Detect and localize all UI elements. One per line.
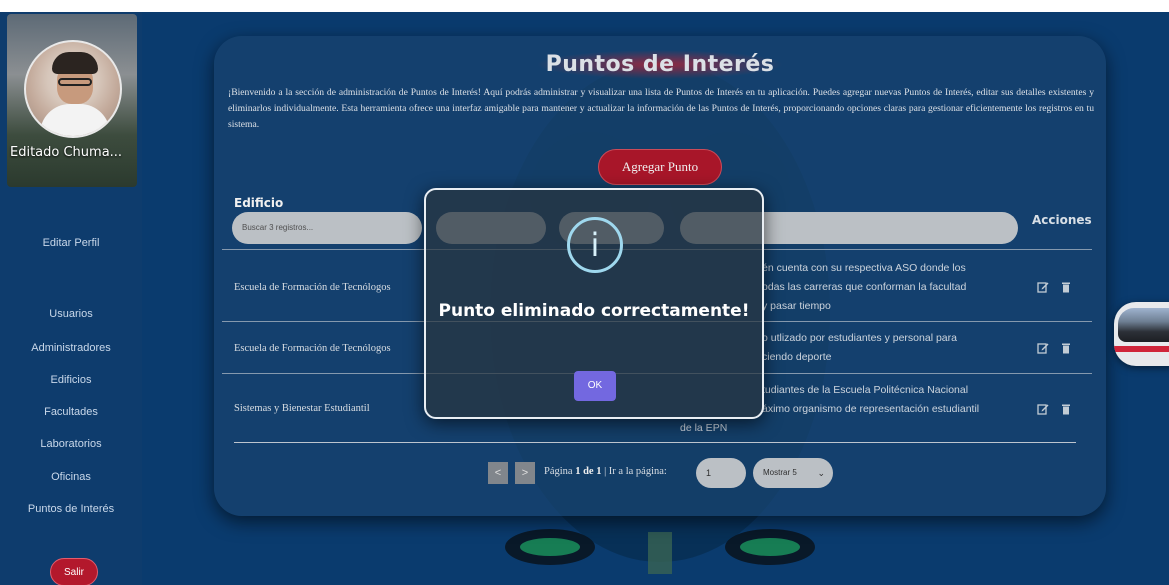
avatar <box>24 40 122 138</box>
sidebar-item-editar-perfil[interactable]: Editar Perfil <box>0 237 142 249</box>
sidebar-item-laboratorios[interactable]: Laboratorios <box>0 438 142 450</box>
alert-dialog: i Punto eliminado correctamente! OK <box>424 188 764 419</box>
logout-button[interactable]: Salir <box>50 558 98 585</box>
sidebar-item-facultades[interactable]: Facultades <box>0 406 142 418</box>
profile-name: Editado Chuma... <box>10 145 123 160</box>
sidebar-item-puntos-de-interes[interactable]: Puntos de Interés <box>0 503 142 515</box>
alert-message: Punto eliminado correctamente! <box>438 301 750 321</box>
sidebar: Editado Chuma... Editar Perfil Usuarios … <box>0 12 142 585</box>
floating-campus-thumbnail[interactable] <box>1114 302 1169 366</box>
info-icon: i <box>567 217 623 273</box>
sidebar-item-usuarios[interactable]: Usuarios <box>0 308 142 320</box>
ok-button[interactable]: OK <box>574 371 616 401</box>
sidebar-item-administradores[interactable]: Administradores <box>0 342 142 354</box>
sidebar-item-edificios[interactable]: Edificios <box>0 374 142 386</box>
top-strip <box>0 0 1169 12</box>
sidebar-item-oficinas[interactable]: Oficinas <box>0 471 142 483</box>
profile-card[interactable]: Editado Chuma... <box>7 14 137 187</box>
